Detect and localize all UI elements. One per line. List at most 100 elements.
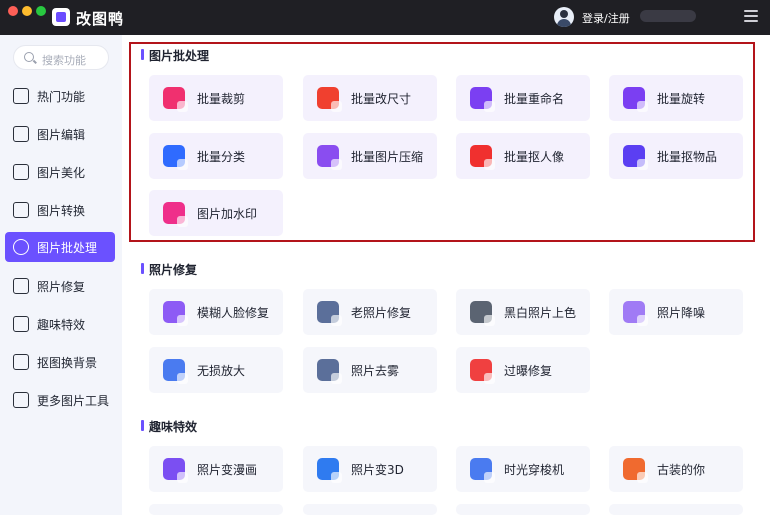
tool-tile-face-repair[interactable]: 模糊人脸修复 [149, 289, 283, 335]
image-edit-icon [13, 126, 29, 142]
classify-icon [163, 145, 188, 170]
dehaze-icon [317, 359, 342, 384]
tool-label: 批量图片压缩 [351, 150, 424, 164]
tool-tile-batch-crop[interactable]: 批量裁剪 [149, 75, 283, 121]
section-title-batch: 图片批处理 [141, 47, 209, 64]
redacted-area [640, 10, 696, 22]
rotate-icon [623, 87, 648, 112]
tool-label: 批量抠物品 [657, 150, 718, 164]
old-photo-icon [317, 301, 342, 326]
tool-label: 黑白照片上色 [504, 306, 577, 320]
section-title-photo-repair: 照片修复 [141, 261, 197, 278]
sun-icon [470, 359, 495, 384]
tool-label: 批量分类 [197, 150, 246, 164]
tool-tile-denoise[interactable]: 照片降噪 [609, 289, 743, 335]
tool-label: 照片去雾 [351, 364, 400, 378]
sidebar-item-fun-effects[interactable]: 趣味特效 [5, 309, 115, 339]
tool-tile-partial[interactable] [149, 504, 283, 515]
tool-tile-partial[interactable] [609, 504, 743, 515]
search-box[interactable]: 搜索功能 [13, 45, 109, 70]
tool-tile-batch-cutout-object[interactable]: 批量抠物品 [609, 133, 743, 179]
sidebar-item-batch[interactable]: 图片批处理 [5, 232, 115, 262]
close-window-button[interactable] [8, 6, 18, 16]
sidebar-item-label: 图片批处理 [37, 241, 98, 255]
image-beautify-icon [13, 164, 29, 180]
tool-label: 照片变漫画 [197, 463, 258, 477]
tool-label: 批量改尺寸 [351, 92, 412, 106]
image-convert-icon [13, 202, 29, 218]
tool-tile-overexposure-repair[interactable]: 过曝修复 [456, 347, 590, 393]
resize-icon [317, 87, 342, 112]
sidebar-item-more-tools[interactable]: 更多图片工具 [5, 385, 115, 415]
tool-label: 照片降噪 [657, 306, 706, 320]
tool-label: 照片变3D [351, 463, 404, 477]
tool-label: 过曝修复 [504, 364, 553, 378]
app-title: 改图鸭 [76, 10, 125, 28]
tool-tile-partial[interactable] [456, 504, 590, 515]
tool-label: 批量抠人像 [504, 150, 565, 164]
avatar[interactable] [554, 7, 574, 27]
flame-icon [13, 88, 29, 104]
sidebar-item-label: 图片编辑 [37, 128, 86, 142]
tool-tile-batch-compress[interactable]: 批量图片压缩 [303, 133, 437, 179]
tool-label: 模糊人脸修复 [197, 306, 270, 320]
sidebar-item-photo-repair[interactable]: 照片修复 [5, 271, 115, 301]
tool-tile-batch-classify[interactable]: 批量分类 [149, 133, 283, 179]
tool-tile-3d[interactable]: 照片变3D [303, 446, 437, 492]
denoise-icon [623, 301, 648, 326]
palette-icon [470, 301, 495, 326]
cube-icon [317, 458, 342, 483]
tool-tile-ancient-costume[interactable]: 古装的你 [609, 446, 743, 492]
sidebar-item-label: 抠图换背景 [37, 356, 98, 370]
photo-repair-icon [13, 278, 29, 294]
tool-tile-partial[interactable] [303, 504, 437, 515]
tool-tile-batch-cutout-portrait[interactable]: 批量抠人像 [456, 133, 590, 179]
sidebar-item-hot[interactable]: 热门功能 [5, 81, 115, 111]
tool-tile-batch-rotate[interactable]: 批量旋转 [609, 75, 743, 121]
menu-icon[interactable] [744, 10, 758, 22]
tool-label: 时光穿梭机 [504, 463, 565, 477]
tool-tile-batch-rename[interactable]: 批量重命名 [456, 75, 590, 121]
sidebar-item-label: 图片转换 [37, 204, 86, 218]
tool-label: 批量裁剪 [197, 92, 246, 106]
section-title-fun-effects: 趣味特效 [141, 418, 197, 435]
tool-tile-colorize[interactable]: 黑白照片上色 [456, 289, 590, 335]
sidebar-item-label: 趣味特效 [37, 318, 86, 332]
cutout-icon [13, 354, 29, 370]
tool-tile-upscale[interactable]: 无损放大 [149, 347, 283, 393]
magic-icon [13, 316, 29, 332]
portrait-cutout-icon [470, 145, 495, 170]
sidebar-item-label: 热门功能 [37, 90, 86, 104]
object-cutout-icon [623, 145, 648, 170]
tool-tile-watermark[interactable]: 图片加水印 [149, 190, 283, 236]
star-icon [163, 458, 188, 483]
sidebar-item-label: 照片修复 [37, 280, 86, 294]
face-repair-icon [163, 301, 188, 326]
tool-tile-cartoon[interactable]: 照片变漫画 [149, 446, 283, 492]
tool-tile-time-machine[interactable]: 时光穿梭机 [456, 446, 590, 492]
crop-icon [163, 87, 188, 112]
tool-label: 批量重命名 [504, 92, 565, 106]
zoom-window-button[interactable] [36, 6, 46, 16]
tool-tile-old-photo-repair[interactable]: 老照片修复 [303, 289, 437, 335]
tool-label: 批量旋转 [657, 92, 706, 106]
sidebar-item-image-beautify[interactable]: 图片美化 [5, 157, 115, 187]
sidebar-item-image-edit[interactable]: 图片编辑 [5, 119, 115, 149]
tool-tile-batch-resize[interactable]: 批量改尺寸 [303, 75, 437, 121]
tool-tile-dehaze[interactable]: 照片去雾 [303, 347, 437, 393]
batch-icon [13, 239, 29, 255]
sidebar-item-cutout[interactable]: 抠图换背景 [5, 347, 115, 377]
login-register-link[interactable]: 登录/注册 [582, 10, 630, 26]
upscale-icon [163, 359, 188, 384]
app-logo-icon [52, 8, 70, 26]
search-input[interactable]: 搜索功能 [42, 52, 86, 68]
sidebar-item-image-convert[interactable]: 图片转换 [5, 195, 115, 225]
toolbox-icon [13, 392, 29, 408]
tool-label: 图片加水印 [197, 207, 258, 221]
sidebar-item-label: 图片美化 [37, 166, 86, 180]
minimize-window-button[interactable] [22, 6, 32, 16]
ufo-icon [470, 458, 495, 483]
compress-icon [317, 145, 342, 170]
main-content: 图片批处理 批量裁剪 批量改尺寸 批量重命名 批量旋转 批量分类 批量图片压缩 … [122, 35, 770, 515]
tool-label: 无损放大 [197, 364, 246, 378]
